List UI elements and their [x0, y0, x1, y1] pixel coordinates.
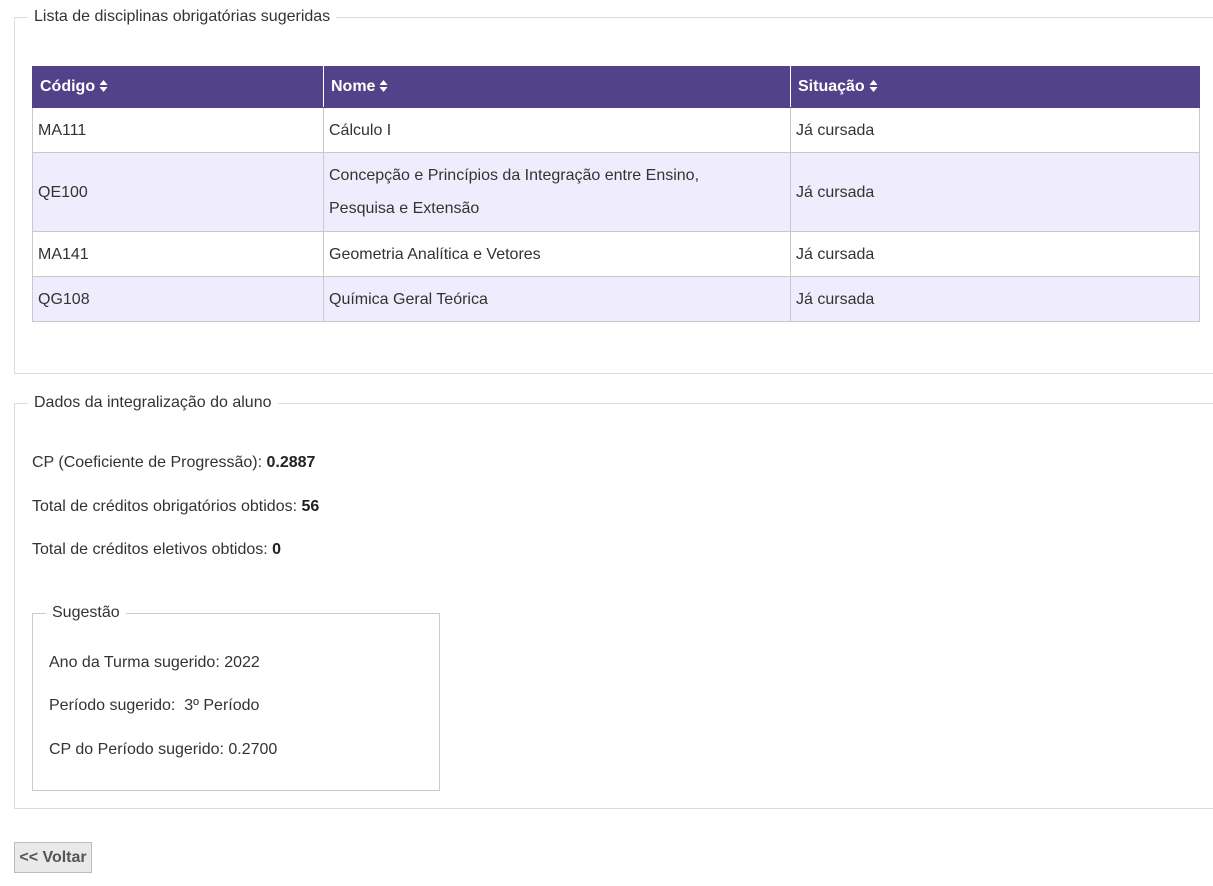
situacao-cell: Já cursada — [790, 276, 1200, 322]
disciplinas-table: Código Nome Situação MA111 Cálculo I Já … — [32, 66, 1200, 322]
sort-icon[interactable] — [379, 79, 388, 93]
nome-line-2: Pesquisa e Extensão — [329, 200, 480, 217]
creditos-eletivos-line: Total de créditos eletivos obtidos: 0 — [32, 541, 281, 559]
codigo-header-label: Código — [40, 78, 96, 95]
table-row: QE100 Concepção e Princípios da Integraç… — [32, 152, 1200, 232]
nome-cell: Química Geral Teórica — [323, 276, 791, 322]
cp-line: CP (Coeficiente de Progressão): 0.2887 — [32, 454, 315, 472]
situacao-header-label: Situação — [798, 78, 865, 95]
creditos-obrigatorios-line: Total de créditos obrigatórios obtidos: … — [32, 498, 319, 516]
codigo-cell: MA141 — [32, 231, 324, 277]
sort-icon[interactable] — [869, 79, 878, 93]
integralizacao-fieldset: Dados da integralização do aluno CP (Coe… — [14, 394, 1213, 809]
creditos-eletivos-label: Total de créditos eletivos obtidos: — [32, 541, 273, 558]
nome-cell: Geometria Analítica e Vetores — [323, 231, 791, 277]
sort-icon[interactable] — [99, 79, 108, 93]
voltar-button[interactable]: << Voltar — [14, 842, 92, 873]
ano-turma-sugerido: Ano da Turma sugerido: 2022 — [49, 654, 260, 671]
sugestao-legend: Sugestão — [52, 604, 120, 621]
situacao-cell: Já cursada — [790, 231, 1200, 277]
codigo-cell: QG108 — [32, 276, 324, 322]
sugestao-fieldset: Sugestão Ano da Turma sugerido: 2022 Per… — [32, 604, 440, 791]
disciplinas-legend: Lista de disciplinas obrigatórias sugeri… — [34, 8, 331, 25]
creditos-eletivos-value: 0 — [272, 541, 282, 558]
situacao-cell: Já cursada — [790, 107, 1200, 153]
nome-cell: Concepção e Princípios da Integração ent… — [323, 152, 791, 232]
cp-label: CP (Coeficiente de Progressão): — [32, 454, 267, 471]
situacao-cell: Já cursada — [790, 152, 1200, 232]
nome-line-1: Concepção e Princípios da Integração ent… — [329, 167, 700, 184]
nome-header-label: Nome — [331, 78, 376, 95]
integralizacao-legend: Dados da integralização do aluno — [34, 394, 272, 411]
table-row: MA141 Geometria Analítica e Vetores Já c… — [32, 231, 1200, 277]
codigo-column-header[interactable]: Código — [32, 66, 324, 108]
creditos-obrigatorios-value: 56 — [301, 498, 320, 515]
nome-cell: Cálculo I — [323, 107, 791, 153]
codigo-cell: QE100 — [32, 152, 324, 232]
disciplinas-fieldset: Lista de disciplinas obrigatórias sugeri… — [14, 8, 1213, 374]
creditos-obrigatorios-label: Total de créditos obrigatórios obtidos: — [32, 498, 302, 515]
situacao-column-header[interactable]: Situação — [790, 66, 1200, 108]
cp-periodo-sugerido: CP do Período sugerido: 0.2700 — [49, 741, 278, 758]
nome-column-header[interactable]: Nome — [323, 66, 791, 108]
table-row: MA111 Cálculo I Já cursada — [32, 107, 1200, 153]
periodo-sugerido: Período sugerido: 3º Período — [49, 697, 260, 714]
table-row: QG108 Química Geral Teórica Já cursada — [32, 276, 1200, 322]
cp-value: 0.2887 — [266, 454, 316, 471]
codigo-cell: MA111 — [32, 107, 324, 153]
table-header-row: Código Nome Situação — [32, 66, 1200, 108]
